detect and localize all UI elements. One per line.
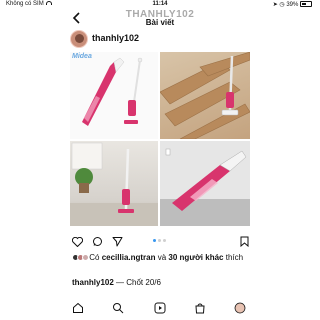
carousel-indicator [153, 239, 169, 243]
liker-avatar [82, 254, 89, 261]
carousel-dot [153, 239, 156, 242]
home-icon[interactable] [72, 301, 84, 319]
avatar[interactable] [70, 30, 88, 48]
search-icon[interactable] [112, 301, 124, 319]
product-photo-room [70, 141, 158, 226]
post-username[interactable]: thanhly102 [92, 33, 139, 43]
post-header: THANHLY102 Bài viết [0, 8, 320, 30]
post-caption: thanhly102 — Chốt 20/6 [72, 278, 161, 287]
profile-icon[interactable] [234, 301, 246, 319]
battery-status: ➤ ◷ 39% [273, 1, 312, 8]
bottom-nav [70, 299, 250, 317]
likes-middle: và [157, 253, 167, 262]
product-photo-white: Midea [70, 52, 158, 139]
likes-summary[interactable]: Có cecillia.ngtran và 30 người khác thíc… [72, 252, 272, 263]
page-title: Bài viết [145, 18, 175, 27]
carousel-dot [158, 239, 161, 242]
bookmark-icon[interactable] [240, 234, 249, 252]
shop-icon[interactable] [194, 301, 206, 319]
heart-icon[interactable] [71, 234, 84, 252]
likes-prefix: Có [89, 253, 100, 262]
caption-text: — Chốt 20/6 [116, 278, 161, 287]
likes-others[interactable]: 30 người khác [168, 253, 223, 262]
carousel-dot [163, 239, 166, 242]
share-icon[interactable] [112, 234, 123, 252]
comment-icon[interactable] [92, 234, 103, 252]
reels-icon[interactable] [154, 301, 166, 319]
post-author[interactable]: thanhly102 [70, 30, 250, 48]
product-photo-wood [160, 52, 250, 139]
brand-logo: Midea [72, 53, 92, 60]
product-photo-handheld [160, 141, 250, 226]
battery-icon [300, 1, 312, 7]
post-image-collage[interactable]: Midea [70, 52, 250, 226]
caption-username[interactable]: thanhly102 [72, 278, 114, 287]
liked-by-user[interactable]: cecillia.ngtran [102, 253, 156, 262]
likes-suffix: thích [225, 253, 244, 262]
vacuum-illustration [82, 57, 143, 126]
